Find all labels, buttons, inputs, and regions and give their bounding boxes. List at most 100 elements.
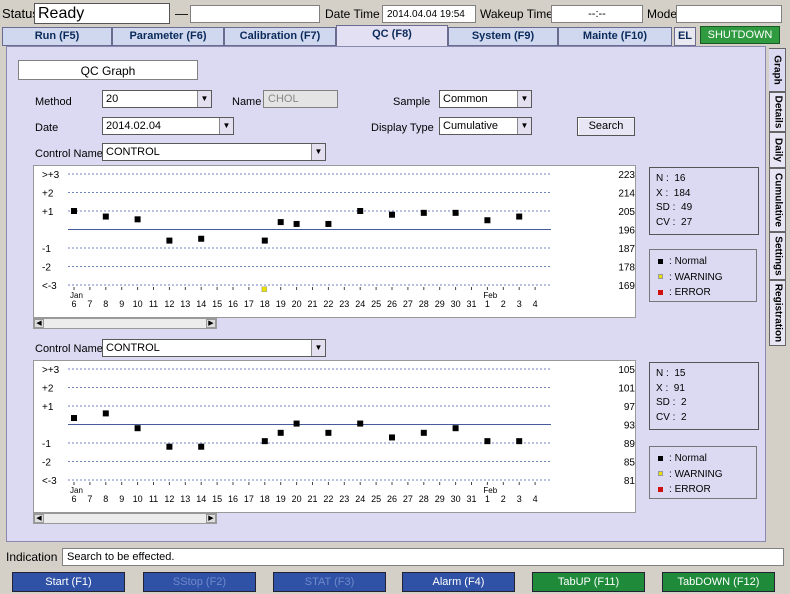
stat-sd-2: SD : 2 [656,397,687,408]
x-tick-label: 12 [164,494,174,504]
x-tick-label: 17 [244,299,254,309]
chart-2-scrollbar[interactable]: ◀ ▶ [33,513,217,524]
name-field: CHOL [263,90,338,108]
y-label-value: 89 [624,439,635,450]
x-tick-label: 3 [517,494,522,504]
x-tick-label: 4 [533,299,538,309]
data-point [102,410,109,417]
chevron-down-icon: ▼ [311,144,325,160]
chevron-down-icon: ▼ [197,91,211,107]
y-label-sd: -2 [42,458,51,469]
control-name-label-1: Control Name [35,148,103,160]
sample-label: Sample [393,96,431,108]
display-type-value: Cumulative [443,120,499,132]
header-dash: — [175,6,188,21]
x-tick-label: 29 [435,494,445,504]
el-button[interactable]: EL [674,27,696,46]
method-label: Method [35,96,72,108]
tab-system[interactable]: System (F9) [448,27,558,46]
scroll-right-icon[interactable]: ▶ [206,319,216,328]
scroll-left-icon[interactable]: ◀ [34,514,44,523]
error-marker-icon [658,289,663,295]
data-point [134,425,141,432]
indication-field: Search to be effected. [62,548,784,566]
tab-calibration[interactable]: Calibration (F7) [224,27,336,46]
x-tick-label: 11 [149,299,158,309]
display-type-select[interactable]: Cumulative ▼ [439,117,532,135]
legend-normal: : Normal [658,254,748,270]
side-tab-settings[interactable]: Settings [769,232,786,280]
x-tick-label: 1 [485,494,490,504]
y-label-sd: >+3 [42,170,60,181]
x-tick-label: 20 [292,299,302,309]
control-name-select-1[interactable]: CONTROL ▼ [102,143,326,161]
x-tick-label: 15 [212,494,222,504]
date-select[interactable]: 2014.02.04 ▼ [102,117,234,135]
datetime-value: 2014.04.04 19:54 [382,5,476,23]
data-point [102,213,109,220]
legend-error: : ERROR [658,482,748,498]
shutdown-button[interactable]: SHUTDOWN [700,26,780,44]
sample-select[interactable]: Common ▼ [439,90,532,108]
x-tick-label: 9 [119,494,124,504]
x-tick-label: 6 [71,299,76,309]
y-label-value: 85 [624,458,635,469]
y-label-value: 101 [618,384,635,395]
chart-1-scrollbar[interactable]: ◀ ▶ [33,318,217,329]
y-label-sd: +1 [42,402,54,413]
data-point [484,217,491,224]
normal-marker-icon [658,258,663,264]
header-blank-field [190,5,320,23]
start-button[interactable]: Start (F1) [12,572,125,592]
tabdown-button[interactable]: TabDOWN (F12) [662,572,775,592]
x-tick-label: 19 [276,494,286,504]
control-name-select-2[interactable]: CONTROL ▼ [102,339,326,357]
tab-qc[interactable]: QC (F8) [336,25,448,46]
x-tick-label: 14 [196,494,206,504]
x-tick-label: 30 [451,299,461,309]
x-tick-label: 13 [180,299,190,309]
x-tick-label: 7 [87,494,92,504]
alarm-button[interactable]: Alarm (F4) [402,572,515,592]
data-point [325,429,332,436]
side-tab-details[interactable]: Details [769,92,786,132]
scroll-left-icon[interactable]: ◀ [34,319,44,328]
sample-value: Common [443,93,488,105]
x-tick-label: 4 [533,494,538,504]
x-tick-label: 28 [419,494,429,504]
x-tick-label: 3 [517,299,522,309]
search-button[interactable]: Search [577,117,635,136]
y-label-value: 196 [618,226,635,237]
side-tab-graph[interactable]: Graph [769,48,786,92]
legend-warning: : WARNING [658,270,748,286]
month-label: Jan [70,291,83,300]
method-value: 20 [106,93,119,105]
scroll-right-icon[interactable]: ▶ [206,514,216,523]
tab-parameter[interactable]: Parameter (F6) [112,27,224,46]
tab-run[interactable]: Run (F5) [2,27,112,46]
tabup-button[interactable]: TabUP (F11) [532,572,645,592]
data-point [134,216,141,223]
data-point [516,438,523,445]
side-tab-cumulative[interactable]: Cumulative [769,168,786,232]
data-point [452,425,459,432]
y-label-value: 93 [624,421,635,432]
tab-mainte[interactable]: Mainte (F10) [558,27,672,46]
stat-cv-2: CV : 2 [656,411,687,423]
sstop-button[interactable]: SStop (F2) [143,572,256,592]
x-tick-label: 22 [323,299,333,309]
data-point [166,237,173,244]
side-tab-registration[interactable]: Registration [769,280,786,346]
x-tick-label: 17 [244,494,254,504]
control-name-label-2: Control Name [35,343,103,355]
method-select[interactable]: 20 ▼ [102,90,212,108]
x-tick-label: 2 [501,494,506,504]
side-tab-daily[interactable]: Daily [769,132,786,168]
stat-button[interactable]: STAT (F3) [273,572,386,592]
y-label-value: 105 [618,365,635,376]
legend-box-2: : Normal : WARNING : ERROR [649,446,757,499]
legend-error: : ERROR [658,285,748,301]
data-point [261,237,268,244]
x-tick-label: 15 [212,299,222,309]
x-tick-label: 13 [180,494,190,504]
